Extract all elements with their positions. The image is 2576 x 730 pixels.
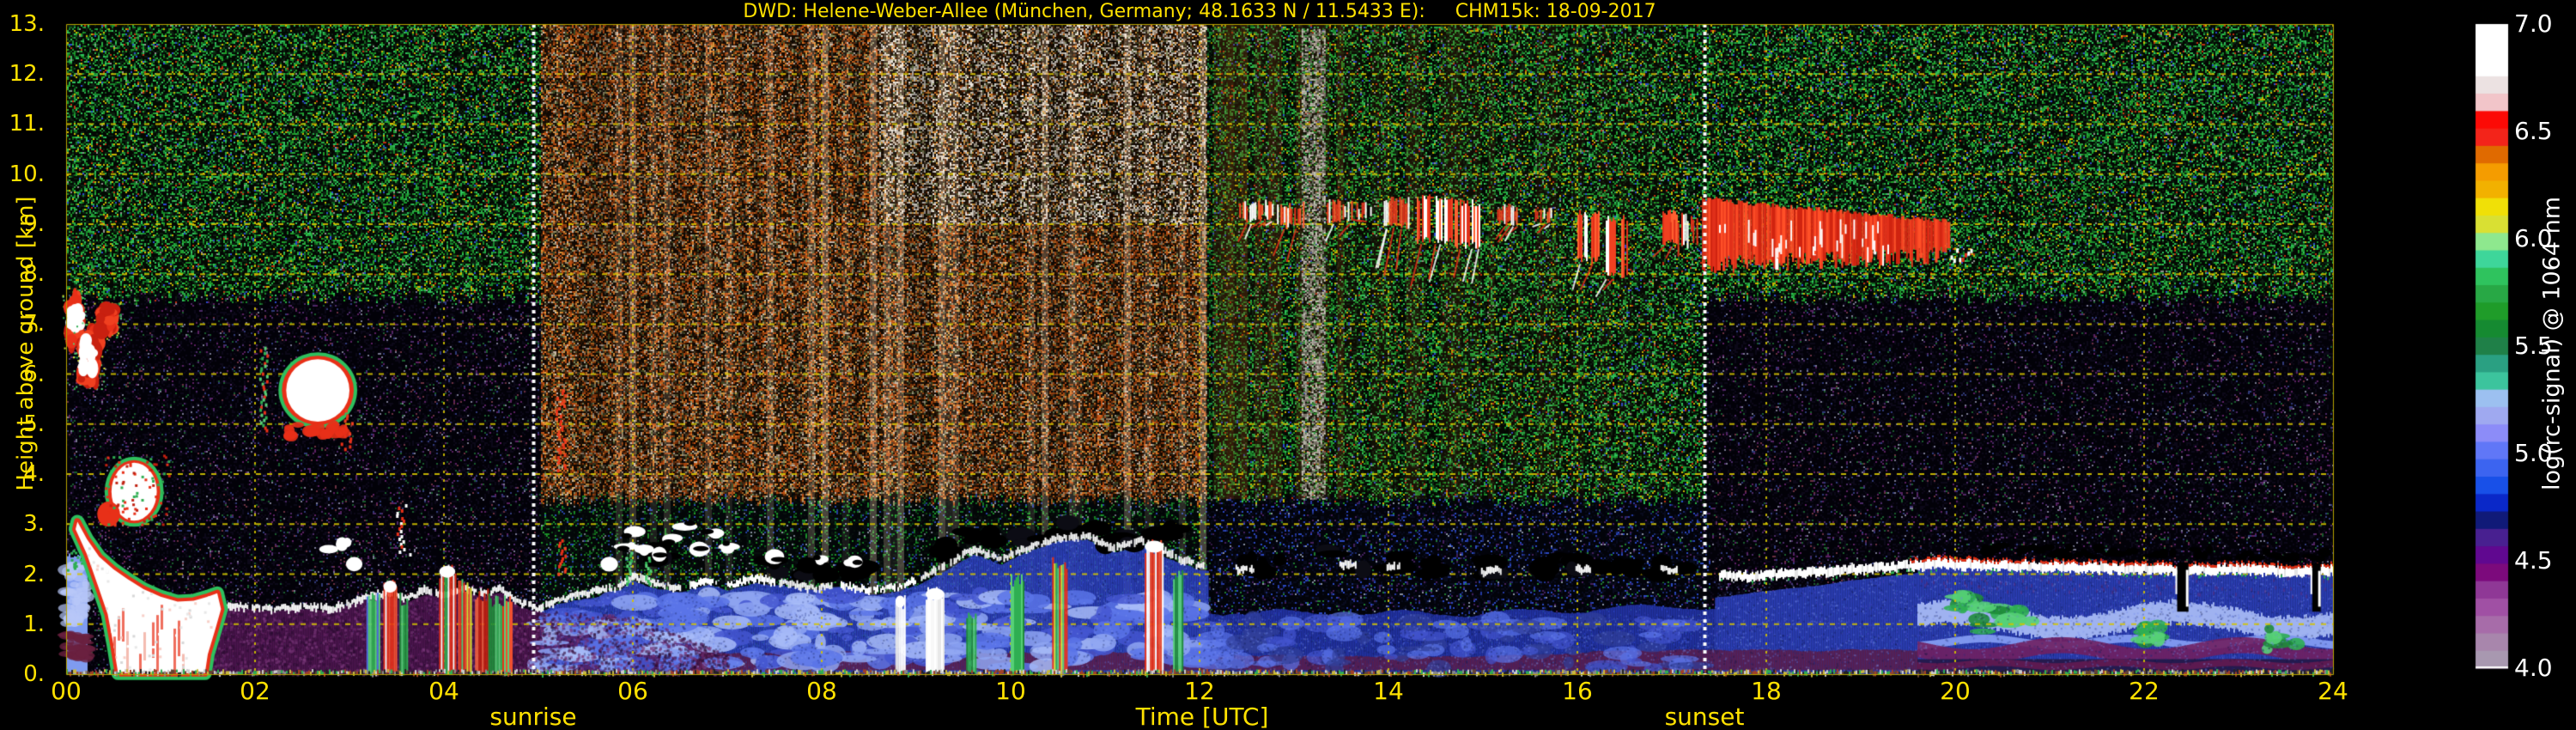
x-tick-label: 02 [240, 677, 270, 705]
x-tick-label: 06 [617, 677, 648, 705]
sunrise-label: sunrise [489, 703, 577, 730]
heatmap-canvas [0, 0, 2576, 730]
x-tick-label: 16 [1562, 677, 1593, 705]
ceilometer-quicklook: DWD: Helene-Weber-Allee (München, German… [0, 0, 2576, 730]
y-tick-label: 3. [23, 511, 45, 538]
colorbar-tick-label: 7.0 [2514, 9, 2553, 38]
x-tick-label: 20 [1940, 677, 1971, 705]
x-tick-label: 22 [2129, 677, 2160, 705]
plot-title: DWD: Helene-Weber-Allee (München, German… [743, 1, 1656, 22]
y-tick-label: 1. [23, 611, 45, 637]
x-tick-label: 10 [995, 677, 1026, 705]
x-tick-label: 12 [1184, 677, 1215, 705]
colorbar-tick-label: 4.5 [2514, 546, 2553, 575]
y-tick-label: 5. [23, 411, 45, 437]
colorbar-tick-label: 4.0 [2514, 654, 2553, 682]
colorbar-tick-label: 6.5 [2514, 117, 2553, 145]
y-tick-label: 6. [23, 361, 45, 387]
y-tick-label: 13. [9, 10, 45, 37]
x-axis-tick-labels: 00 02 04 06 08 10 12 14 16 18 20 22 24 [0, 677, 2576, 706]
y-tick-label: 10. [9, 161, 45, 187]
y-tick-label: 4. [23, 461, 45, 488]
y-axis-tick-labels: 13. 12. 11. 10. 9. 8. 7. 6. 5. 4. 3. 2. 1. 0. [0, 0, 45, 730]
y-tick-label: 7. [23, 311, 45, 338]
x-axis-title: Time [UTC] [1135, 703, 1269, 730]
x-tick-label: 04 [428, 677, 459, 705]
y-tick-label: 8. [23, 261, 45, 288]
x-tick-label: 14 [1373, 677, 1404, 705]
sunset-label: sunset [1664, 703, 1745, 730]
y-tick-label: 11. [9, 111, 45, 137]
x-tick-label: 18 [1751, 677, 1782, 705]
y-tick-label: 2. [23, 561, 45, 587]
colorbar-title: log(rc-signal) @ 1064 nm [2538, 196, 2566, 491]
y-tick-label: 9. [23, 210, 45, 237]
y-tick-label: 12. [9, 61, 45, 88]
x-tick-label: 24 [2318, 677, 2348, 705]
x-tick-label: 08 [806, 677, 837, 705]
x-tick-label: 00 [51, 677, 82, 705]
